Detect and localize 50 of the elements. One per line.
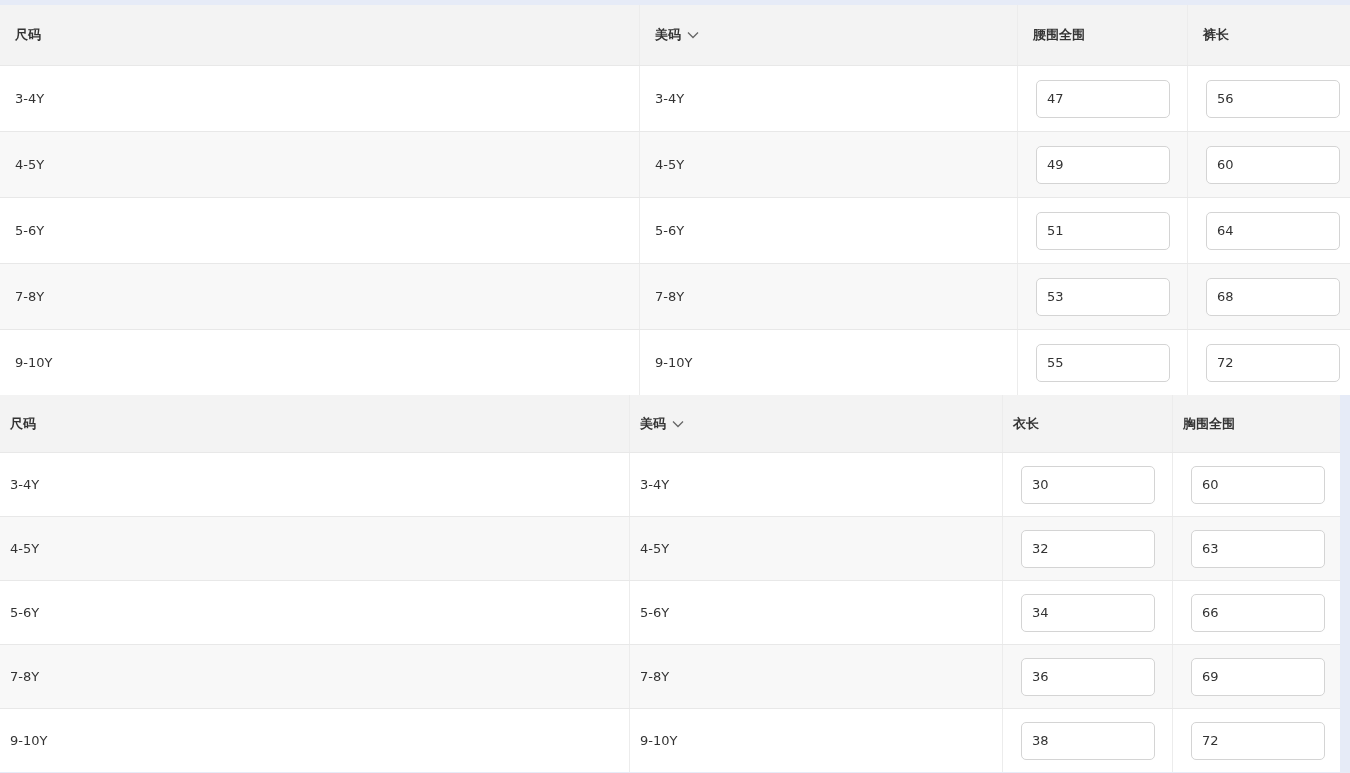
input-field[interactable]: 34 <box>1021 593 1155 632</box>
input-field[interactable]: 69 <box>1191 657 1325 696</box>
input-field[interactable]: 64 <box>1206 211 1340 250</box>
input-field[interactable]: 47 <box>1036 79 1170 118</box>
column-header: 腰围全围 <box>1033 26 1085 44</box>
table-cell: 7-8Y <box>15 289 45 304</box>
chevron-down-icon[interactable] <box>687 31 699 39</box>
input-field[interactable]: 66 <box>1191 593 1325 632</box>
input-field[interactable]: 36 <box>1021 657 1155 696</box>
table-cell: 7-8Y <box>640 669 670 684</box>
input-field[interactable]: 55 <box>1036 343 1170 382</box>
column-header: 尺码 <box>10 414 36 433</box>
input-field[interactable]: 38 <box>1021 721 1155 760</box>
column-header[interactable]: 美码 <box>640 414 684 433</box>
input-field[interactable]: 30 <box>1021 465 1155 504</box>
input-field[interactable]: 72 <box>1191 721 1325 760</box>
table-cell: 5-6Y <box>655 223 685 238</box>
table-cell: 5-6Y <box>640 605 670 620</box>
table-cell: 9-10Y <box>15 355 53 370</box>
input-field[interactable]: 32 <box>1021 529 1155 568</box>
table-cell: 9-10Y <box>640 733 678 748</box>
table-cell: 9-10Y <box>10 733 48 748</box>
table-cell: 3-4Y <box>655 91 685 106</box>
table-cell: 3-4Y <box>10 477 40 492</box>
column-header: 衣长 <box>1013 414 1039 433</box>
input-field[interactable]: 60 <box>1191 465 1325 504</box>
chevron-down-icon[interactable] <box>672 419 684 428</box>
table-cell: 3-4Y <box>640 477 670 492</box>
input-field[interactable]: 60 <box>1206 145 1340 184</box>
table-cell: 4-5Y <box>640 541 670 556</box>
column-header[interactable]: 美码 <box>655 26 699 44</box>
table-cell: 7-8Y <box>655 289 685 304</box>
column-header: 尺码 <box>15 26 41 44</box>
input-field[interactable]: 68 <box>1206 277 1340 316</box>
input-field[interactable]: 53 <box>1036 277 1170 316</box>
table-cell: 5-6Y <box>15 223 45 238</box>
input-field[interactable]: 49 <box>1036 145 1170 184</box>
table-cell: 5-6Y <box>10 605 40 620</box>
table-cell: 4-5Y <box>10 541 40 556</box>
input-field[interactable]: 72 <box>1206 343 1340 382</box>
column-header: 裤长 <box>1203 26 1229 44</box>
input-field[interactable]: 56 <box>1206 79 1340 118</box>
column-header: 胸围全围 <box>1183 414 1235 433</box>
table-cell: 7-8Y <box>10 669 40 684</box>
input-field[interactable]: 51 <box>1036 211 1170 250</box>
input-field[interactable]: 63 <box>1191 529 1325 568</box>
table-cell: 9-10Y <box>655 355 693 370</box>
table-cell: 4-5Y <box>15 157 45 172</box>
table-cell: 4-5Y <box>655 157 685 172</box>
table-cell: 3-4Y <box>15 91 45 106</box>
